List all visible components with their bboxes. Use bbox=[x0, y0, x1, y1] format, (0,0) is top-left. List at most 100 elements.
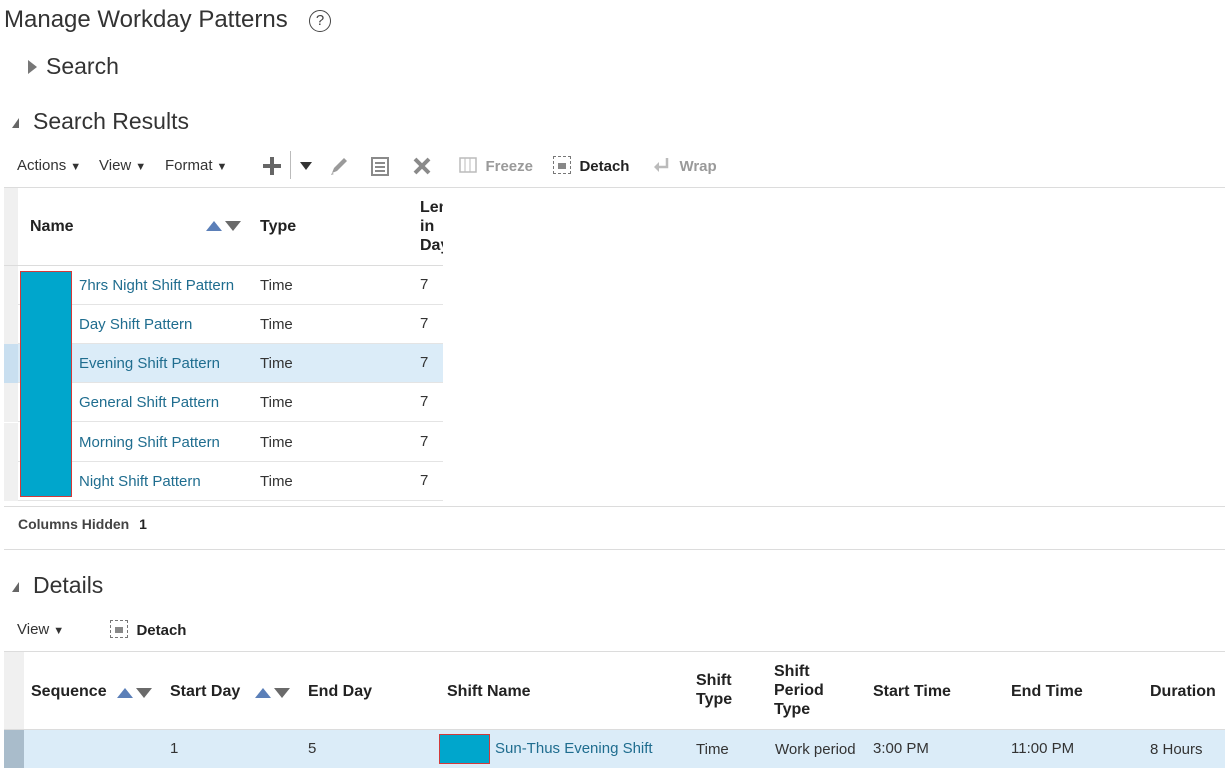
detach-icon bbox=[553, 156, 571, 174]
start-day-sort-controls[interactable] bbox=[255, 684, 290, 702]
column-header-duration[interactable]: Duration bbox=[1150, 682, 1216, 701]
redacted-block bbox=[20, 271, 72, 497]
details-header[interactable]: Details bbox=[33, 572, 103, 599]
row-header[interactable] bbox=[4, 344, 18, 383]
duration-value: 8 Hours bbox=[1150, 741, 1203, 758]
collapse-details-icon[interactable] bbox=[12, 582, 19, 592]
column-header-end-day[interactable]: End Day bbox=[308, 682, 372, 701]
pattern-length: 7 bbox=[420, 354, 429, 371]
column-header-start-time[interactable]: Start Time bbox=[873, 682, 951, 701]
column-header-shift-period-type[interactable]: Shift Period Type bbox=[774, 662, 844, 719]
column-header-length-clip[interactable]: Length in Days bbox=[420, 198, 443, 258]
sequence-sort-controls[interactable] bbox=[117, 684, 152, 702]
details-detach-label: Detach bbox=[136, 622, 187, 639]
results-bottom-border bbox=[4, 506, 1225, 507]
actions-caret-icon: ▼ bbox=[70, 161, 82, 173]
freeze-label: Freeze bbox=[485, 158, 533, 175]
page-title: Manage Workday Patterns bbox=[4, 6, 288, 33]
pattern-name-link[interactable]: General Shift Pattern bbox=[79, 394, 219, 411]
name-sort-controls[interactable] bbox=[206, 217, 241, 235]
shift-name-link[interactable]: Sun-Thus Evening Shift bbox=[495, 740, 653, 757]
row-header[interactable] bbox=[4, 423, 18, 462]
pattern-name-link[interactable]: 7hrs Night Shift Pattern bbox=[79, 277, 234, 294]
pattern-name-link[interactable]: Morning Shift Pattern bbox=[79, 434, 220, 451]
column-header-start-day[interactable]: Start Day bbox=[170, 682, 240, 701]
pattern-length: 7 bbox=[420, 393, 429, 410]
details-detach-button[interactable]: Detach bbox=[110, 620, 186, 640]
detach-label: Detach bbox=[579, 158, 630, 175]
section-divider bbox=[4, 549, 1225, 550]
results-row-header-column bbox=[4, 188, 18, 266]
redacted-block bbox=[439, 734, 490, 764]
sort-descending-icon[interactable] bbox=[274, 687, 290, 698]
delete-icon[interactable] bbox=[412, 156, 432, 176]
format-caret-icon: ▼ bbox=[216, 161, 228, 173]
end-time-value: 11:00 PM bbox=[1011, 740, 1075, 757]
sort-ascending-icon[interactable] bbox=[255, 687, 271, 698]
column-header-name[interactable]: Name bbox=[30, 217, 74, 236]
columns-hidden-label: Columns Hidden bbox=[18, 516, 130, 532]
row-header[interactable] bbox=[4, 266, 18, 305]
expand-search-icon[interactable] bbox=[28, 60, 37, 74]
actions-menu[interactable]: Actions ▼ bbox=[17, 157, 81, 175]
toolbar-divider bbox=[290, 151, 291, 179]
row-header[interactable] bbox=[4, 730, 24, 768]
row-header[interactable] bbox=[4, 462, 18, 501]
details-view-menu[interactable]: View ▼ bbox=[17, 621, 64, 639]
pattern-type: Time bbox=[260, 277, 293, 294]
wrap-button[interactable]: Wrap bbox=[653, 157, 717, 176]
freeze-icon bbox=[459, 157, 477, 173]
pattern-type: Time bbox=[260, 473, 293, 490]
pattern-length: 7 bbox=[420, 315, 429, 332]
details-row-header-column bbox=[4, 652, 24, 730]
pattern-length: 7 bbox=[420, 276, 429, 293]
help-icon[interactable]: ? bbox=[309, 10, 331, 32]
detach-button[interactable]: Detach bbox=[553, 156, 629, 176]
sort-descending-icon[interactable] bbox=[136, 687, 152, 698]
pattern-name-link[interactable]: Evening Shift Pattern bbox=[79, 355, 220, 372]
view-menu[interactable]: View ▼ bbox=[99, 157, 146, 175]
details-view-caret-icon: ▼ bbox=[53, 625, 65, 637]
sort-descending-icon[interactable] bbox=[225, 220, 241, 231]
pattern-name-link[interactable]: Day Shift Pattern bbox=[79, 316, 192, 333]
column-header-length: Length in Days bbox=[420, 199, 443, 254]
column-header-type[interactable]: Type bbox=[260, 217, 296, 236]
column-header-end-time[interactable]: End Time bbox=[1011, 682, 1083, 701]
start-day-value: 5 bbox=[308, 740, 317, 757]
add-dropdown-icon[interactable] bbox=[299, 161, 313, 171]
columns-hidden-count: 1 bbox=[139, 516, 147, 532]
detach-icon bbox=[110, 620, 128, 638]
sequence-value: 1 bbox=[170, 740, 179, 757]
search-section-header[interactable]: Search bbox=[46, 53, 119, 80]
details-top-border bbox=[4, 651, 1225, 652]
search-results-header[interactable]: Search Results bbox=[33, 108, 189, 135]
column-header-shift-type[interactable]: Shift Type bbox=[696, 671, 746, 709]
pattern-length: 7 bbox=[420, 472, 429, 489]
pattern-type: Time bbox=[260, 355, 293, 372]
row-header[interactable] bbox=[4, 305, 18, 344]
pattern-type: Time bbox=[260, 394, 293, 411]
column-header-sequence[interactable]: Sequence bbox=[31, 682, 107, 701]
shift-type-value: Time bbox=[696, 741, 729, 758]
columns-hidden-indicator: Columns Hidden 1 bbox=[18, 516, 147, 532]
results-top-border bbox=[4, 187, 1225, 188]
view-menu-label: View bbox=[99, 157, 132, 174]
details-table-row-selected[interactable]: 1 5 Sun-Thus Evening Shift Time Work per… bbox=[4, 730, 1225, 768]
wrap-label: Wrap bbox=[679, 158, 717, 175]
format-menu[interactable]: Format ▼ bbox=[165, 157, 227, 175]
collapse-results-icon[interactable] bbox=[12, 118, 19, 128]
edit-icon[interactable] bbox=[328, 155, 350, 177]
row-header[interactable] bbox=[4, 383, 18, 422]
column-header-shift-name[interactable]: Shift Name bbox=[447, 682, 531, 701]
sort-ascending-icon[interactable] bbox=[206, 220, 222, 231]
format-menu-label: Format bbox=[165, 157, 213, 174]
start-time-value: 3:00 PM bbox=[873, 740, 929, 757]
shift-period-type-value: Work period bbox=[775, 741, 856, 758]
duplicate-icon[interactable] bbox=[370, 156, 390, 176]
actions-menu-label: Actions bbox=[17, 157, 67, 174]
sort-ascending-icon[interactable] bbox=[117, 687, 133, 698]
pattern-name-link[interactable]: Night Shift Pattern bbox=[79, 473, 201, 490]
add-icon[interactable] bbox=[262, 156, 282, 176]
freeze-button[interactable]: Freeze bbox=[459, 157, 533, 176]
pattern-type: Time bbox=[260, 434, 293, 451]
